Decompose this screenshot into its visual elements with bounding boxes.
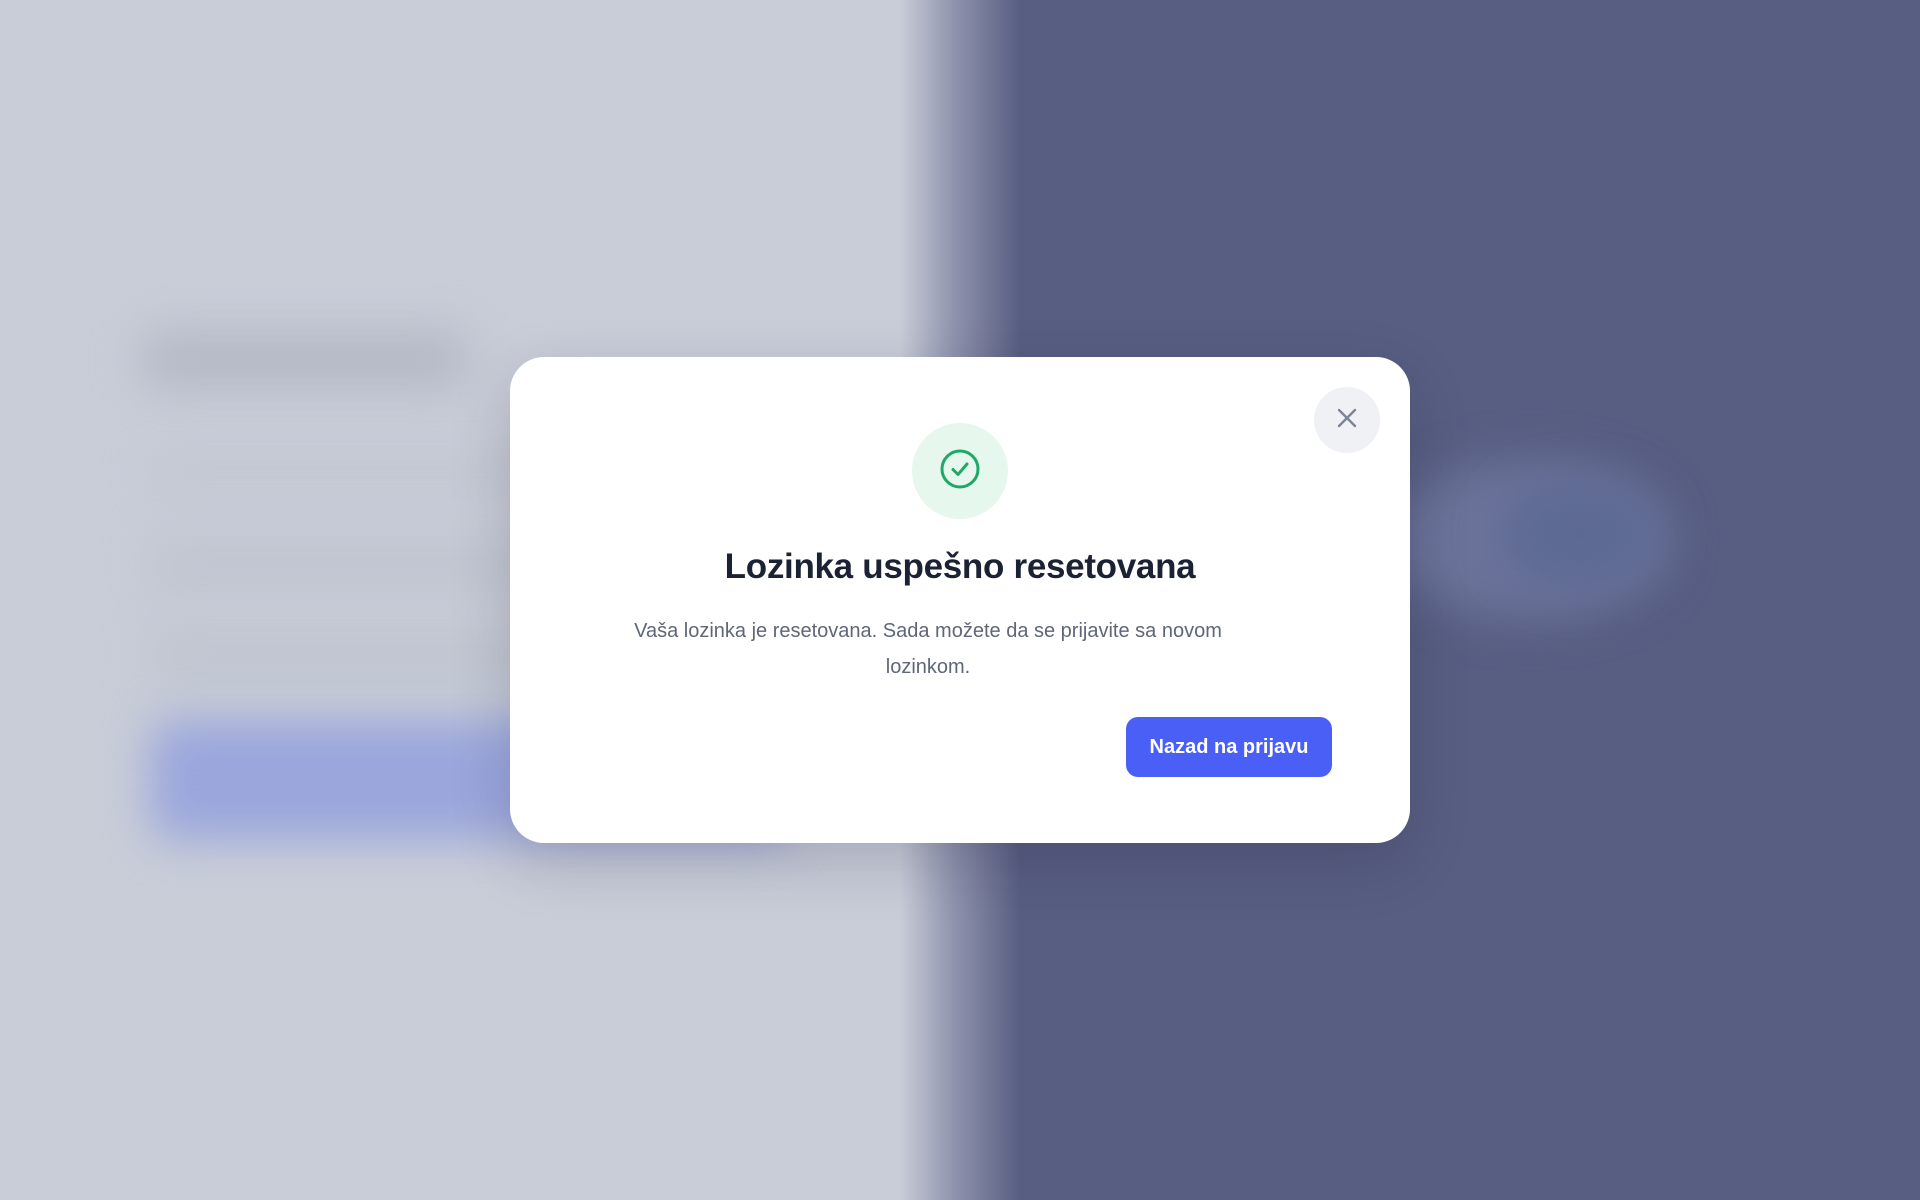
blurred-heading: [140, 330, 470, 390]
success-badge: [912, 423, 1008, 519]
back-to-login-button[interactable]: Nazad na prijavu: [1126, 717, 1332, 777]
page: Lozinka uspešno resetovana Vaša lozinka …: [0, 0, 1920, 1200]
dialog-title: Lozinka uspešno resetovana: [724, 547, 1196, 586]
check-circle-icon: [939, 448, 981, 495]
blurred-illustration: [1500, 480, 1660, 590]
close-icon: [1335, 406, 1359, 435]
dialog-message: Vaša lozinka je resetovana. Sada možete …: [634, 620, 1222, 678]
success-dialog: Lozinka uspešno resetovana Vaša lozinka …: [510, 357, 1410, 843]
blurred-text-line: [150, 460, 570, 486]
close-button[interactable]: [1314, 387, 1380, 453]
